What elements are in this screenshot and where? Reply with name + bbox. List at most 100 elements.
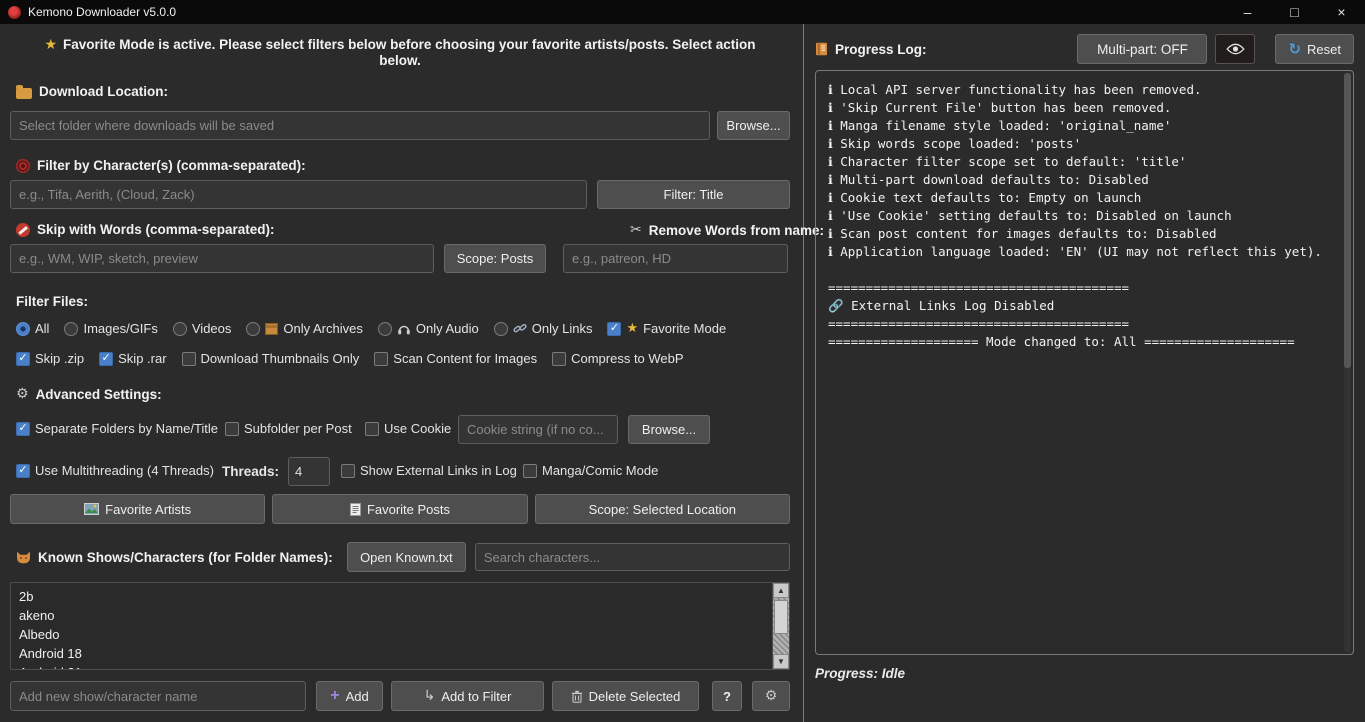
- log-line: ℹ Cookie text defaults to: Empty on laun…: [828, 189, 1341, 207]
- open-known-txt-button[interactable]: Open Known.txt: [347, 542, 466, 572]
- checkbox-indicator: [99, 352, 113, 366]
- known-characters-list[interactable]: 2bakenoAlbedoAndroid 18Android 21 ▲ ▼: [10, 582, 790, 670]
- log-line: ℹ Skip words scope loaded: 'posts': [828, 135, 1341, 153]
- character-list-item[interactable]: Android 18: [11, 644, 772, 663]
- checkbox-indicator: [225, 422, 239, 436]
- list-scrollbar[interactable]: ▲ ▼: [772, 583, 789, 669]
- checkbox-skip-zip[interactable]: Skip .zip: [16, 351, 84, 366]
- radio-indicator: [246, 322, 260, 336]
- log-line: ========================================: [828, 315, 1341, 333]
- radio-filter-all[interactable]: All: [16, 321, 49, 336]
- help-button[interactable]: ?: [712, 681, 742, 711]
- checkbox-indicator: [341, 464, 355, 478]
- log-line: ℹ Character filter scope set to default:…: [828, 153, 1341, 171]
- checkbox-thumbnails-only[interactable]: Download Thumbnails Only: [182, 351, 360, 366]
- log-line: ℹ Application language loaded: 'EN' (UI …: [828, 243, 1341, 261]
- close-button[interactable]: ×: [1318, 0, 1365, 24]
- checkbox-favorite-mode[interactable]: ★ Favorite Mode: [607, 321, 726, 336]
- add-character-button[interactable]: + Add: [316, 681, 383, 711]
- scrollbar-track[interactable]: [773, 598, 789, 654]
- settings-button[interactable]: ⚙: [752, 681, 790, 711]
- character-list-item[interactable]: 2b: [11, 587, 772, 606]
- favorite-artists-button[interactable]: Favorite Artists: [10, 494, 265, 524]
- checkbox-separate-folders[interactable]: Separate Folders by Name/Title: [16, 421, 218, 436]
- radio-filter-audio[interactable]: Only Audio: [378, 321, 479, 336]
- radio-filter-videos[interactable]: Videos: [173, 321, 232, 336]
- filter-files-label: Filter Files:: [16, 294, 88, 309]
- eye-icon: [1226, 43, 1245, 55]
- log-line: ℹ Scan post content for images defaults …: [828, 225, 1341, 243]
- checkbox-compress-webp[interactable]: Compress to WebP: [552, 351, 683, 366]
- favorite-posts-button[interactable]: Favorite Posts: [272, 494, 527, 524]
- titlebar: Kemono Downloader v5.0.0 – □ ×: [0, 0, 1365, 24]
- reset-button[interactable]: ↻ Reset: [1275, 34, 1354, 64]
- add-character-input[interactable]: [10, 681, 306, 711]
- scroll-up-button[interactable]: ▲: [773, 583, 789, 598]
- checkbox-indicator: [16, 352, 30, 366]
- checkbox-scan-content[interactable]: Scan Content for Images: [374, 351, 537, 366]
- skip-words-input[interactable]: [10, 244, 434, 273]
- checkbox-show-external-links[interactable]: Show External Links in Log: [341, 463, 517, 478]
- radio-indicator: [378, 322, 392, 336]
- checkbox-indicator: [16, 464, 30, 478]
- image-icon: [84, 503, 99, 515]
- link-icon: [513, 322, 527, 335]
- star-icon: ★: [626, 321, 638, 336]
- radio-filter-links[interactable]: Only Links: [494, 321, 593, 336]
- radio-indicator: [494, 322, 508, 336]
- remove-words-input[interactable]: [563, 244, 788, 273]
- favorite-mode-banner: ★Favorite Mode is active. Please select …: [10, 24, 790, 68]
- skip-scope-button[interactable]: Scope: Posts: [444, 244, 546, 273]
- checkbox-skip-rar[interactable]: Skip .rar: [99, 351, 166, 366]
- folder-icon: [16, 88, 32, 99]
- maximize-button[interactable]: □: [1271, 0, 1318, 24]
- add-to-filter-button[interactable]: ↳ Add to Filter: [391, 681, 544, 711]
- filter-scope-button[interactable]: Filter: Title: [597, 180, 790, 209]
- multipart-toggle-button[interactable]: Multi-part: OFF: [1077, 34, 1207, 64]
- scrollbar-thumb[interactable]: [774, 600, 788, 634]
- download-location-label: Download Location:: [39, 84, 168, 99]
- log-line: ==================== Mode changed to: Al…: [828, 333, 1341, 351]
- radio-filter-images[interactable]: Images/GIFs: [64, 321, 157, 336]
- star-icon: ★: [44, 37, 57, 53]
- threads-spinner[interactable]: [288, 457, 330, 486]
- checkbox-use-cookie[interactable]: Use Cookie: [365, 421, 451, 436]
- log-line: ℹ Local API server functionality has bee…: [828, 81, 1341, 99]
- log-line: ========================================: [828, 279, 1341, 297]
- delete-selected-button[interactable]: Delete Selected: [552, 681, 699, 711]
- plus-icon: +: [330, 687, 339, 705]
- minimize-button[interactable]: –: [1224, 0, 1271, 24]
- character-list-item[interactable]: Android 21: [11, 663, 772, 669]
- checkbox-indicator: [523, 464, 537, 478]
- checkbox-indicator: [182, 352, 196, 366]
- character-filter-label: Filter by Character(s) (comma-separated)…: [37, 158, 306, 173]
- browse-cookie-button[interactable]: Browse...: [628, 415, 710, 444]
- log-line: ℹ Manga filename style loaded: 'original…: [828, 117, 1341, 135]
- radio-filter-archives[interactable]: Only Archives: [246, 321, 362, 336]
- scroll-down-button[interactable]: ▼: [773, 654, 789, 669]
- scope-selected-location-button[interactable]: Scope: Selected Location: [535, 494, 790, 524]
- checkbox-indicator: [365, 422, 379, 436]
- checkbox-manga-mode[interactable]: Manga/Comic Mode: [523, 463, 658, 478]
- progress-log-label: Progress Log:: [835, 42, 927, 57]
- log-icon: [815, 42, 828, 56]
- character-list-item[interactable]: Albedo: [11, 625, 772, 644]
- headphones-icon: [397, 322, 411, 335]
- log-scrollbar[interactable]: [1344, 73, 1351, 652]
- document-icon: [350, 503, 361, 516]
- eye-toggle-button[interactable]: [1215, 34, 1255, 64]
- progress-log-output[interactable]: ℹ Local API server functionality has bee…: [815, 70, 1354, 655]
- character-search-input[interactable]: [475, 543, 790, 571]
- cookie-string-input[interactable]: [458, 415, 618, 444]
- checkbox-subfolder-per-post[interactable]: Subfolder per Post: [225, 421, 352, 436]
- log-scrollbar-thumb[interactable]: [1344, 73, 1351, 368]
- checkbox-indicator: [607, 322, 621, 336]
- browse-download-button[interactable]: Browse...: [717, 111, 790, 140]
- character-list-item[interactable]: akeno: [11, 606, 772, 625]
- checkbox-multithreading[interactable]: Use Multithreading (4 Threads): [16, 463, 214, 478]
- download-location-input[interactable]: [10, 111, 710, 140]
- character-filter-input[interactable]: [10, 180, 587, 209]
- log-line: ℹ 'Use Cookie' setting defaults to: Disa…: [828, 207, 1341, 225]
- advanced-settings-label: Advanced Settings:: [36, 387, 162, 402]
- log-line: ℹ 'Skip Current File' button has been re…: [828, 99, 1341, 117]
